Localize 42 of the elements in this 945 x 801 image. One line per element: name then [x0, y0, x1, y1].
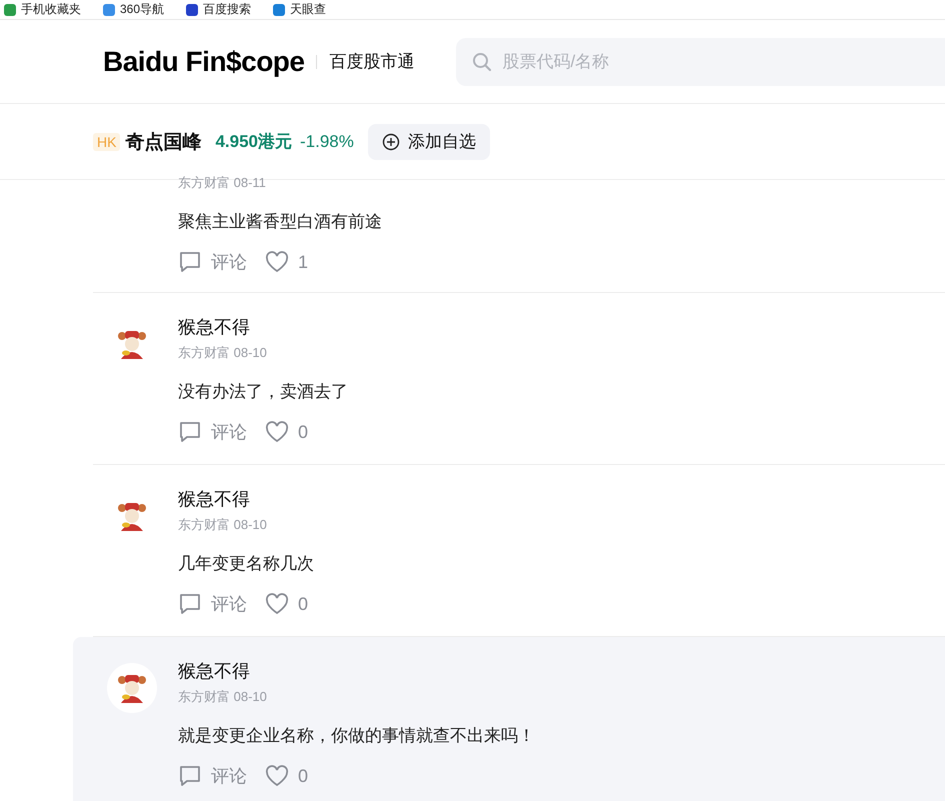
- comment-author[interactable]: 猴急不得: [178, 659, 945, 683]
- comment-author[interactable]: 猴急不得: [178, 315, 945, 339]
- comment-source-date: 东方财富 08-10: [178, 689, 268, 705]
- search-icon: [472, 52, 492, 72]
- heart-icon: [265, 421, 289, 443]
- bookmark-label: 360导航: [120, 1, 164, 18]
- bookmark-icon: [4, 4, 16, 16]
- plus-icon: [382, 132, 400, 150]
- bookmark-label: 天眼查: [290, 1, 326, 18]
- comment-text: 没有办法了，卖酒去了: [178, 381, 349, 403]
- speech-bubble-icon: [178, 250, 202, 274]
- speech-bubble-icon: [178, 764, 202, 788]
- market-badge: HK: [93, 132, 120, 150]
- stock-price: 4.950港元: [215, 131, 292, 153]
- bookmark[interactable]: 360导航: [103, 1, 164, 18]
- product-name: 百度股市通: [329, 51, 414, 73]
- bookmark-label: 百度搜索: [203, 1, 252, 18]
- comment-text: 就是变更企业名称，你做的事情就查不出来吗！: [178, 725, 536, 747]
- avatar: [107, 663, 157, 713]
- bookmark[interactable]: 百度搜索: [186, 1, 252, 18]
- bookmark-icon: [186, 4, 198, 16]
- stock-name: 奇点国峰: [125, 130, 202, 154]
- heart-icon: [265, 593, 289, 615]
- speech-bubble-icon: [178, 592, 202, 616]
- bookmark-icon: [273, 4, 286, 16]
- comment-source-date: 东方财富 08-10: [178, 517, 268, 533]
- price-change: -1.98%: [300, 132, 354, 152]
- bookmark[interactable]: 手机收藏夹: [4, 1, 81, 18]
- heart-icon: [265, 765, 289, 787]
- speech-bubble-icon: [178, 420, 202, 444]
- bookmark-label: 手机收藏夹: [21, 1, 81, 18]
- heart-icon: [265, 251, 289, 273]
- comment-author[interactable]: 猴急不得: [178, 487, 945, 511]
- bookmark-icon: [103, 4, 115, 16]
- logo[interactable]: Baidu Fin$cope: [103, 46, 304, 78]
- comment-text: 聚焦主业酱香型白酒有前途: [178, 211, 383, 233]
- comment-source-date: 东方财富 08-10: [178, 345, 268, 361]
- bookmark[interactable]: 天眼查: [273, 1, 326, 18]
- comment-source-date: 东方财富 08-11: [178, 175, 267, 191]
- comment-text: 几年变更名称几次: [178, 553, 315, 575]
- add-watchlist-button[interactable]: 添加自选: [368, 124, 490, 160]
- search-field[interactable]: 股票代码/名称: [456, 38, 945, 86]
